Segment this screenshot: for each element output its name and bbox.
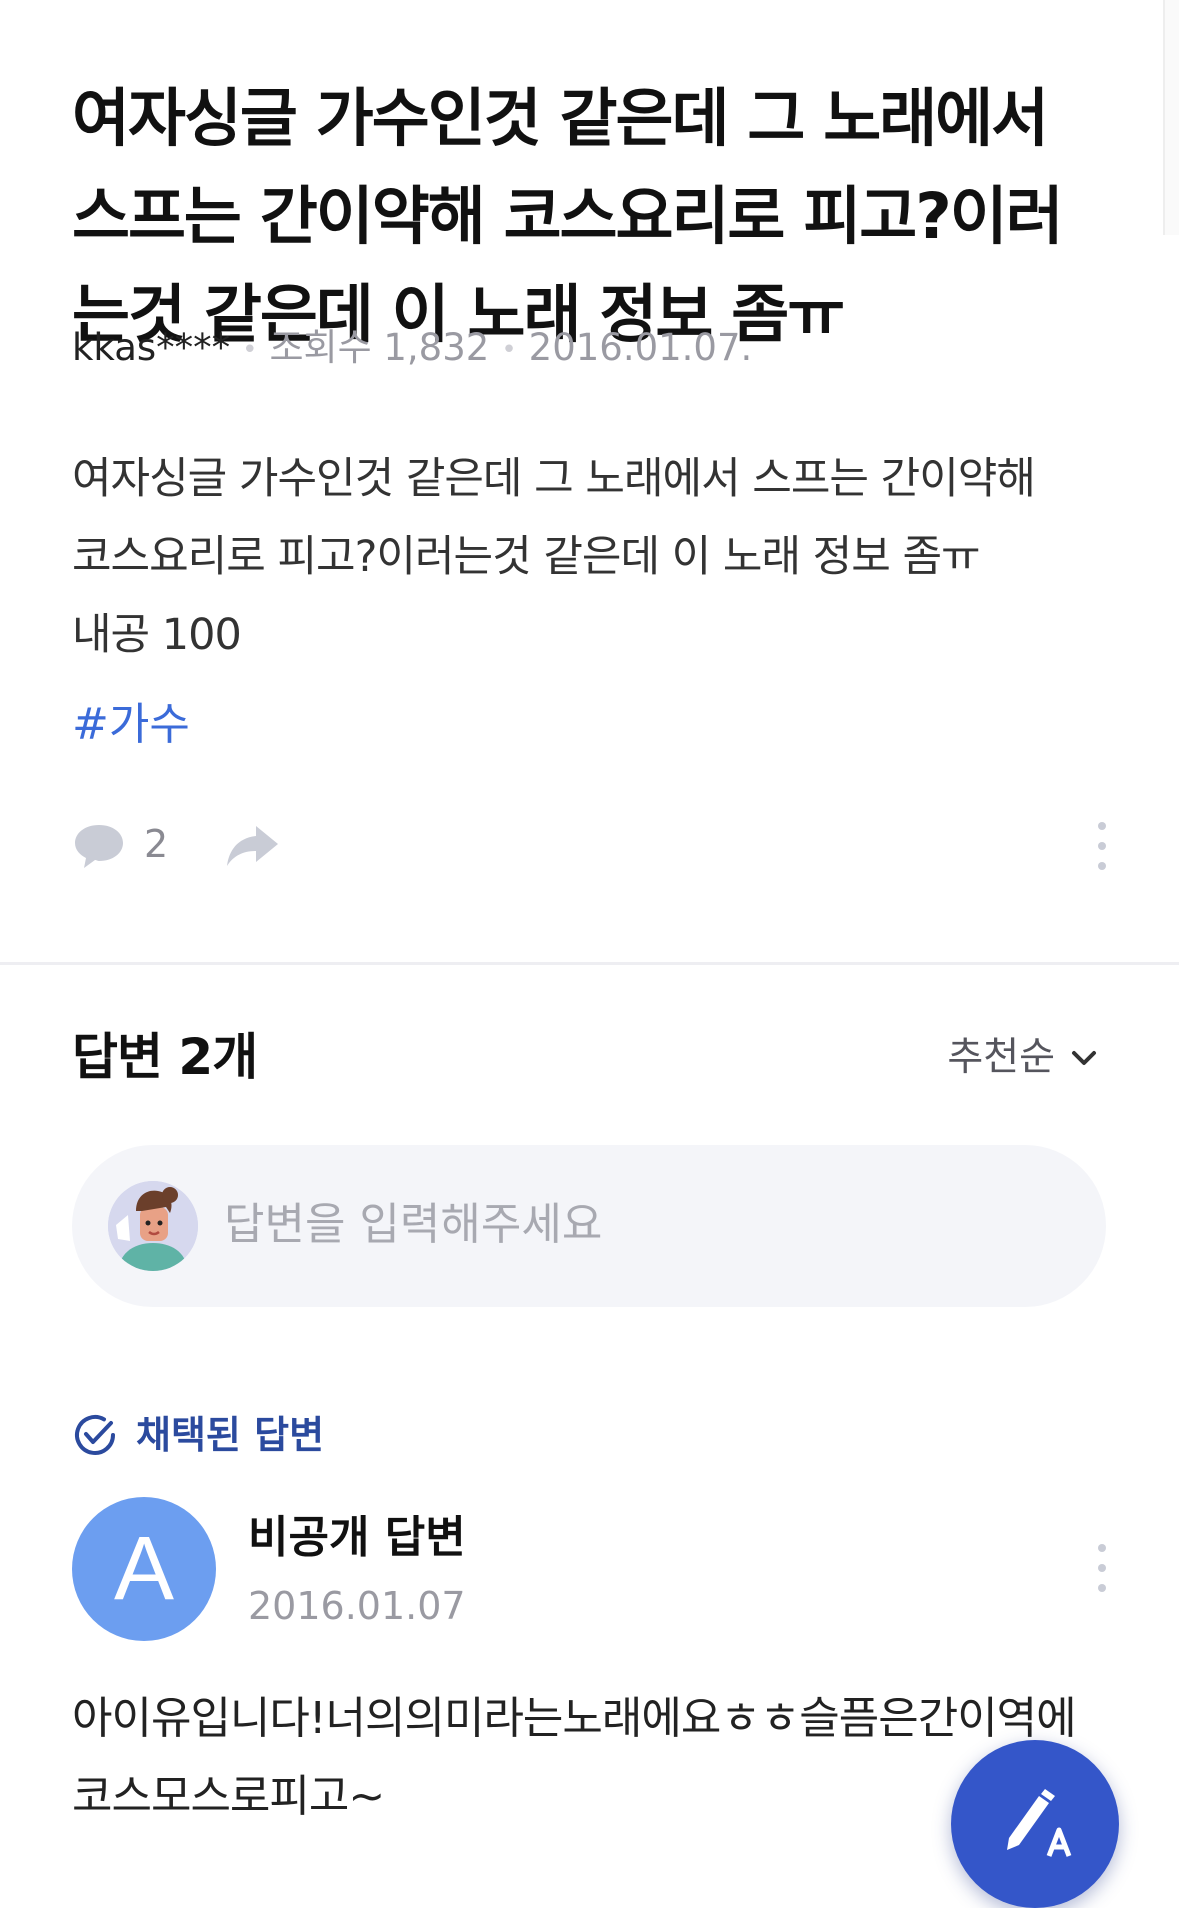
question-date: 2016.01.07. [528,326,753,369]
question-body-line: 여자싱글 가수인것 같은데 그 노래에서 스프는 간이약해 [72,454,1036,504]
answers-count-heading: 답변 2개 [72,1028,258,1086]
scroll-edge [1163,0,1179,235]
answer-input-box[interactable]: 답변을 입력해주세요 [72,1145,1106,1307]
answer-input-placeholder: 답변을 입력해주세요 [224,1199,603,1250]
question-body-line: 내공 100 [72,610,242,660]
more-vertical-icon[interactable] [1092,818,1112,874]
chevron-down-icon [1072,1051,1096,1065]
sort-label: 추천순 [947,1035,1055,1080]
check-circle-icon [75,1415,115,1455]
chosen-answer-label: 채택된 답변 [72,1410,324,1460]
answer-date: 2016.01.07 [248,1584,466,1628]
comment-bubble-icon[interactable] [72,822,126,870]
sort-dropdown[interactable]: 추천순 [947,1032,1099,1084]
chosen-answer-text: 채택된 답변 [136,1413,325,1457]
answerer-name: 비공개 답변 [248,1512,466,1563]
user-avatar [108,1181,198,1271]
question-body: 여자싱글 가수인것 같은데 그 노래에서 스프는 간이약해 코스요리로 피고?이… [72,440,1102,674]
more-vertical-icon[interactable] [1092,1540,1112,1596]
view-count: 조회수 1,832 [269,326,490,369]
user-avatar-illustration [108,1181,198,1271]
answer-body-line: 아이유입니다!너의의미라는노래에요ㅎㅎ슬픔은간이역에 [72,1693,1077,1744]
meta-separator: • [501,334,517,365]
question-body-line: 코스요리로 피고?이러는것 같은데 이 노래 정보 좀ㅠ [72,532,981,582]
question-actions: 2 [72,814,1112,878]
answerer-avatar: A [72,1497,216,1641]
author-name[interactable]: kkas**** [72,326,230,369]
share-arrow-icon[interactable] [224,822,280,870]
write-answer-icon [1007,1789,1072,1857]
question-title: 여자싱글 가수인것 같은데 그 노래에서 스프는 간이약해 코스요리로 피고?이… [72,82,1064,352]
comment-count[interactable]: 2 [144,818,168,870]
hashtag-link[interactable]: #가수 [72,695,190,755]
write-answer-button[interactable] [951,1740,1119,1908]
meta-separator: • [242,334,258,365]
section-divider [0,962,1179,965]
question-meta: kkas**** • 조회수 1,832 • 2016.01.07. [72,322,752,376]
